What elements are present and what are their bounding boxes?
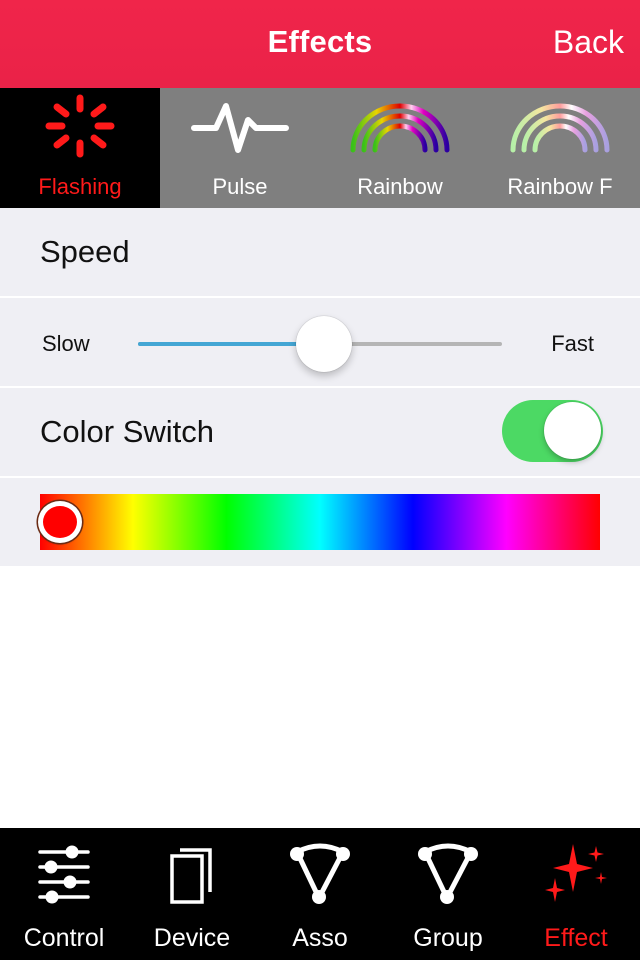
toggle-knob bbox=[544, 402, 601, 459]
tab-asso[interactable]: Asso bbox=[256, 828, 384, 960]
effect-tab-rainbow-fade[interactable]: Rainbow F bbox=[480, 88, 640, 208]
tab-bar: Control Device Asso Group Effect bbox=[0, 828, 640, 960]
effect-selector: Flashing Pulse Rainbow Rainbow F bbox=[0, 88, 640, 208]
tab-label: Asso bbox=[292, 924, 348, 952]
color-switch-label: Color Switch bbox=[40, 414, 214, 449]
color-switch-toggle[interactable] bbox=[502, 400, 603, 462]
hue-spectrum-slider[interactable] bbox=[38, 494, 600, 550]
fast-label: Fast bbox=[551, 331, 594, 356]
sliders-icon bbox=[0, 840, 128, 910]
color-switch-row: Color Switch bbox=[0, 388, 640, 476]
tab-effect[interactable]: Effect bbox=[512, 828, 640, 960]
effect-label: Flashing bbox=[38, 174, 122, 199]
sparkles-icon bbox=[512, 840, 640, 910]
slider-thumb[interactable] bbox=[295, 316, 352, 372]
slow-label: Slow bbox=[42, 331, 90, 356]
speed-slider[interactable] bbox=[138, 316, 502, 372]
effect-settings: Speed Slow Fast Color Switch bbox=[0, 208, 640, 566]
tab-device[interactable]: Device bbox=[128, 828, 256, 960]
flashing-spinner-icon bbox=[0, 92, 160, 162]
group-icon bbox=[384, 840, 512, 910]
effect-tab-rainbow[interactable]: Rainbow bbox=[320, 88, 480, 208]
tab-label: Control bbox=[23, 924, 105, 952]
navigation-bar: Effects Back bbox=[0, 0, 640, 88]
effect-label: Pulse bbox=[212, 174, 268, 199]
speed-header-row: Speed bbox=[0, 208, 640, 296]
pulse-wave-icon bbox=[160, 92, 320, 162]
tab-control[interactable]: Control bbox=[0, 828, 128, 960]
tab-label: Effect bbox=[544, 924, 608, 952]
effect-label: Rainbow bbox=[357, 174, 443, 199]
devices-icon bbox=[128, 840, 256, 910]
tab-label: Group bbox=[413, 924, 483, 952]
back-button[interactable]: Back bbox=[553, 24, 624, 61]
tab-label: Device bbox=[153, 924, 231, 952]
effect-label: Rainbow F bbox=[507, 174, 613, 199]
speed-title: Speed bbox=[40, 234, 130, 269]
rainbow-icon bbox=[320, 92, 480, 162]
tab-group[interactable]: Group bbox=[384, 828, 512, 960]
association-icon bbox=[256, 840, 384, 910]
hue-selection-marker[interactable] bbox=[38, 501, 82, 543]
rainbow-fade-icon bbox=[480, 92, 640, 162]
page-title: Effects bbox=[267, 24, 373, 59]
effect-tab-flashing[interactable]: Flashing bbox=[0, 88, 160, 208]
speed-slider-row: Slow Fast bbox=[0, 298, 640, 386]
color-picker-row bbox=[0, 478, 640, 566]
effect-tab-pulse[interactable]: Pulse bbox=[160, 88, 320, 208]
